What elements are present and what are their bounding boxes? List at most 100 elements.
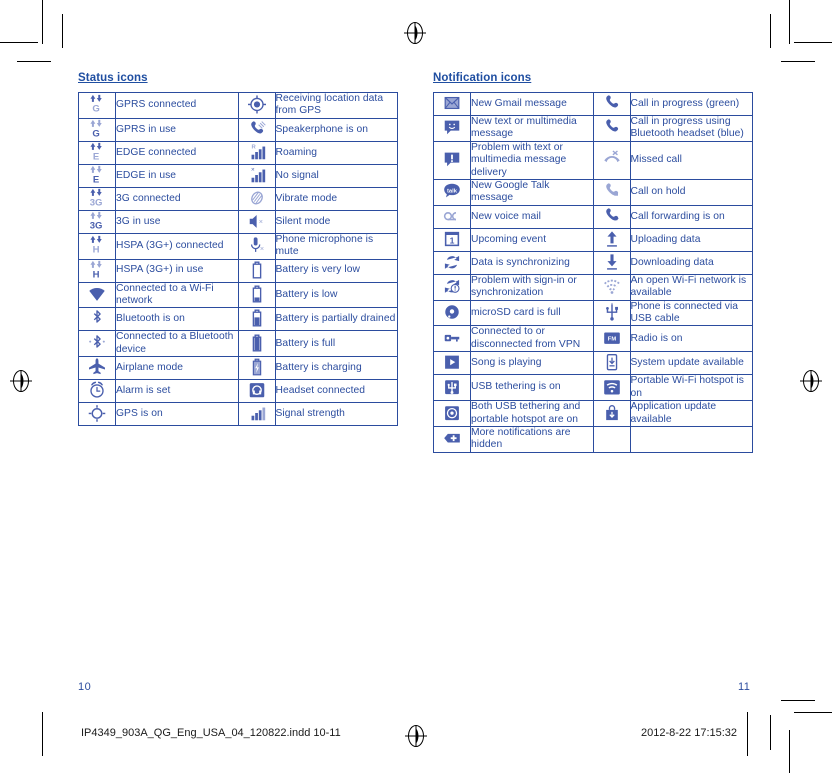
icon-description: No signal (274, 163, 398, 188)
bleed-mark-top-right-h (781, 61, 815, 62)
crop-mark-top-right-h (794, 42, 832, 43)
icon-description: New Google Talk message (470, 179, 594, 206)
hspa-connected-icon: H (85, 235, 109, 257)
notification-icons-title: Notification icons (433, 72, 532, 84)
bleed-mark-bottom-right-h (781, 700, 815, 701)
icon-cell (592, 374, 631, 402)
table-row: Alarm is set Headset connected (78, 379, 398, 404)
table-row: Problem with sign-in or synchronization A… (433, 273, 753, 301)
svg-text:3G: 3G (90, 221, 103, 231)
icon-cell (433, 115, 471, 142)
icon-description: Problem with sign-in or synchronization (470, 273, 594, 301)
icon-description: HSPA (3G+) in use (115, 258, 239, 283)
icon-cell (78, 402, 116, 427)
icon-cell: H (78, 232, 116, 260)
icon-cell (433, 140, 471, 181)
svg-text:E: E (93, 152, 99, 162)
call-on-hold-icon (600, 181, 624, 203)
svg-text:×: × (258, 217, 262, 226)
icon-description: microSD card is full (470, 299, 594, 327)
app-update-icon (600, 403, 624, 425)
icon-cell (237, 117, 276, 142)
no-signal-icon: × (245, 165, 269, 187)
uploading-data-icon (600, 229, 624, 251)
table-row: Connected to a Wi-Fi network Battery is l… (78, 281, 398, 309)
icon-cell: 3G (78, 209, 116, 234)
icon-description: Call forwarding is on (629, 204, 753, 229)
svg-text:G: G (92, 104, 99, 114)
bleed-mark-top-left-h (17, 61, 51, 62)
icon-description: Problem with text or multimedia message … (470, 140, 594, 181)
icon-cell (78, 356, 116, 381)
icon-description: More notifications are hidden (470, 425, 594, 453)
vibrate-mode-icon (245, 188, 269, 210)
empty-cell (629, 425, 753, 453)
icon-cell (237, 356, 276, 381)
table-row: E EDGE in use × No signal (78, 163, 398, 188)
icon-description: Battery is full (274, 330, 398, 358)
microsd-full-icon (440, 302, 464, 324)
crop-mark-top-left-h (0, 42, 38, 43)
status-icons-title: Status icons (78, 72, 148, 84)
icon-description: Battery is partially drained (274, 307, 398, 332)
call-in-progress-icon (600, 93, 624, 115)
svg-text:H: H (93, 269, 100, 279)
registration-mark-left (10, 370, 32, 392)
icon-description: Silent mode (274, 209, 398, 234)
table-row: 3G 3G in use × Silent mode (78, 209, 398, 234)
gprs-connected-icon: G (85, 94, 109, 116)
icon-description: Upcoming event (470, 227, 594, 252)
icon-cell (592, 250, 631, 275)
spine-mark-bottom-right (747, 712, 748, 756)
icon-description: Speakerphone is on (274, 117, 398, 142)
icon-description: Application update available (629, 400, 753, 427)
icon-cell (433, 374, 471, 402)
roaming-icon: R (245, 142, 269, 164)
status-icons-table: G GPRS connected Receiving location data f… (78, 92, 398, 427)
icon-description: Connected to a Bluetooth device (115, 330, 239, 358)
icon-description: Battery is charging (274, 356, 398, 381)
table-row: H HSPA (3G+) connected × Phone microphone i… (78, 232, 398, 260)
speakerphone-icon (245, 119, 269, 141)
icon-cell: G (78, 117, 116, 142)
icon-cell (78, 379, 116, 404)
table-row: H HSPA (3G+) in use Battery is very low (78, 258, 398, 283)
icon-cell: E (78, 140, 116, 165)
icon-description: Downloading data (629, 250, 753, 275)
signal-strength-icon (245, 403, 269, 425)
table-row: Both USB tethering and portable hotspot … (433, 400, 753, 427)
icon-cell (433, 299, 471, 327)
icon-description: GPRS in use (115, 117, 239, 142)
icon-cell: × (237, 232, 276, 260)
icon-description: GPS is on (115, 402, 239, 427)
icon-cell (592, 299, 631, 327)
icon-description: 3G in use (115, 209, 239, 234)
icon-description: Radio is on (629, 325, 753, 353)
crop-mark-bottom-right-v (789, 730, 790, 773)
icon-description: New Gmail message (470, 92, 594, 116)
icon-description: Airplane mode (115, 356, 239, 381)
table-row: microSD card is full Phone is connected v… (433, 299, 753, 327)
icon-description: Data is synchronizing (470, 250, 594, 275)
icon-cell (592, 179, 631, 206)
table-row: New voice mail Call forwarding is on (433, 204, 753, 229)
table-row: New text or multimedia message Call in pr… (433, 115, 753, 142)
icon-cell (592, 140, 631, 181)
icon-cell (433, 92, 471, 116)
table-row: 1 Upcoming event Uploading data (433, 227, 753, 252)
table-row: More notifications are hidden (433, 425, 753, 453)
svg-text:×: × (259, 244, 263, 253)
missed-call-icon (600, 149, 624, 171)
icon-cell: FM (592, 325, 631, 353)
icon-cell (592, 115, 631, 142)
3g-in-use-icon: 3G (85, 211, 109, 233)
icon-description: Uploading data (629, 227, 753, 252)
downloading-data-icon (600, 252, 624, 274)
empty-cell (592, 425, 631, 453)
crop-mark-bottom-right-h (794, 712, 832, 713)
icon-cell: 3G (78, 186, 116, 211)
song-playing-icon (440, 352, 464, 374)
call-bluetooth-icon (600, 117, 624, 139)
gps-on-icon (85, 403, 109, 425)
icon-description: Call on hold (629, 179, 753, 206)
